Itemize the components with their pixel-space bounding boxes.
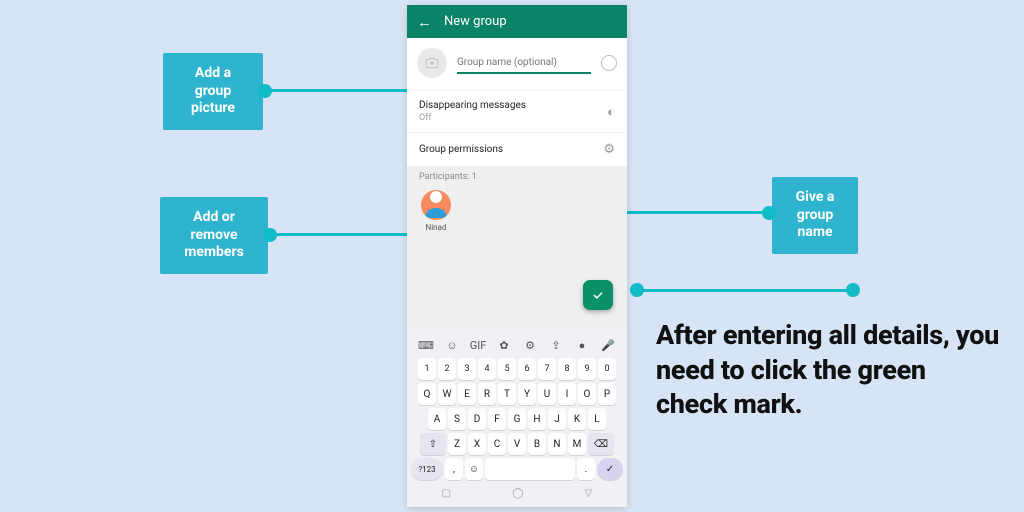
nav-home-icon[interactable]: ◯ (512, 488, 523, 499)
kbd-tool-icon[interactable]: ⌨ (417, 339, 435, 352)
confirm-fab[interactable] (583, 280, 613, 310)
back-icon[interactable]: ← (417, 13, 432, 31)
emoji-icon[interactable] (601, 55, 617, 71)
instruction-text: After entering all details, you need to … (656, 318, 1001, 422)
key[interactable]: D (468, 408, 486, 430)
key[interactable]: C (488, 433, 506, 455)
key[interactable]: 3 (458, 358, 476, 380)
key[interactable]: I (558, 383, 576, 405)
avatar (421, 190, 451, 220)
keyboard-row-2: A S D F G H J K L (411, 408, 623, 430)
participants-header: Participants: 1 (407, 166, 627, 186)
group-name-row (407, 38, 627, 90)
key-space[interactable] (485, 458, 575, 480)
key[interactable]: 1 (418, 358, 436, 380)
key[interactable]: X (468, 433, 486, 455)
key[interactable]: 0 (598, 358, 616, 380)
key[interactable]: Z (448, 433, 466, 455)
key[interactable]: 9 (578, 358, 596, 380)
key[interactable]: P (598, 383, 616, 405)
key[interactable]: 8 (558, 358, 576, 380)
setting-sub: Off (419, 113, 526, 123)
participant-name: Ninad (426, 223, 447, 232)
kbd-tool-icon[interactable]: 🎤 (599, 339, 617, 352)
keyboard-row-3: ⇧ Z X C V B N M ⌫ (411, 433, 623, 455)
android-navbar: ▢ ◯ ▽ (411, 483, 623, 503)
callout-dot (846, 283, 860, 297)
nav-back-icon[interactable]: ▽ (585, 488, 593, 499)
callout-line (636, 289, 851, 292)
keyboard-toolbar: ⌨ ☺ GIF ✿ ⚙ ⇪ ● 🎤 (411, 336, 623, 358)
keyboard-row-4: ?123 , ☺ . ✓ (411, 458, 623, 480)
key-emoji[interactable]: ☺ (465, 458, 483, 480)
key[interactable]: W (438, 383, 456, 405)
key[interactable]: Q (418, 383, 436, 405)
app-bar: ← New group (407, 5, 627, 38)
key[interactable]: J (548, 408, 566, 430)
key-symbols[interactable]: ?123 (411, 458, 443, 480)
key[interactable]: 6 (518, 358, 536, 380)
key[interactable]: N (548, 433, 566, 455)
key[interactable]: 2 (438, 358, 456, 380)
key[interactable]: R (478, 383, 496, 405)
callout-line (270, 89, 415, 92)
disappearing-messages-row[interactable]: Disappearing messages Off ◐ (407, 90, 627, 132)
add-group-photo-button[interactable] (417, 48, 447, 78)
key-backspace[interactable]: ⌫ (588, 433, 614, 455)
kbd-tool-icon[interactable]: ✿ (495, 339, 513, 352)
key[interactable]: E (458, 383, 476, 405)
callout-group-name: Give a group name (772, 177, 858, 254)
setting-label: Disappearing messages (419, 100, 526, 111)
key[interactable]: L (588, 408, 606, 430)
keyboard-row-1: Q W E R T Y U I O P (411, 383, 623, 405)
key[interactable]: H (528, 408, 546, 430)
participants-list: Ninad (407, 186, 627, 236)
appbar-title: New group (444, 14, 507, 29)
key[interactable]: 5 (498, 358, 516, 380)
camera-icon (425, 56, 439, 70)
key[interactable]: S (448, 408, 466, 430)
key[interactable]: V (508, 433, 526, 455)
key[interactable]: M (568, 433, 586, 455)
key[interactable]: Y (518, 383, 536, 405)
kbd-tool-icon[interactable]: ● (573, 339, 591, 352)
setting-label: Group permissions (419, 144, 503, 155)
callout-dot (630, 283, 644, 297)
key[interactable]: O (578, 383, 596, 405)
key[interactable]: B (528, 433, 546, 455)
kbd-tool-icon[interactable]: ☺ (443, 339, 461, 352)
group-name-input[interactable] (457, 53, 591, 74)
callout-add-members: Add or remove members (160, 197, 268, 274)
key[interactable]: U (538, 383, 556, 405)
timer-icon: ◐ (607, 104, 615, 120)
key-period[interactable]: . (577, 458, 595, 480)
soft-keyboard: ⌨ ☺ GIF ✿ ⚙ ⇪ ● 🎤 1 2 3 4 5 6 7 8 9 0 Q … (407, 330, 627, 507)
key-shift[interactable]: ⇧ (420, 433, 446, 455)
callout-line (275, 233, 415, 236)
gear-icon: ⚙ (603, 142, 615, 157)
keyboard-row-num: 1 2 3 4 5 6 7 8 9 0 (411, 358, 623, 380)
key[interactable]: 7 (538, 358, 556, 380)
callout-add-picture: Add a group picture (163, 53, 263, 130)
kbd-tool-icon[interactable]: GIF (469, 339, 487, 352)
group-permissions-row[interactable]: Group permissions ⚙ (407, 132, 627, 166)
key[interactable]: K (568, 408, 586, 430)
key[interactable]: 4 (478, 358, 496, 380)
key[interactable]: F (488, 408, 506, 430)
key-comma[interactable]: , (445, 458, 463, 480)
key-enter[interactable]: ✓ (597, 458, 623, 480)
key[interactable]: G (508, 408, 526, 430)
key[interactable]: T (498, 383, 516, 405)
key[interactable]: A (428, 408, 446, 430)
kbd-tool-icon[interactable]: ⇪ (547, 339, 565, 352)
phone-mockup: ← New group Disappearing messages Off ◐ … (407, 5, 627, 507)
participant-chip[interactable]: Ninad (419, 190, 453, 232)
kbd-tool-icon[interactable]: ⚙ (521, 339, 539, 352)
check-icon (591, 288, 605, 302)
nav-recent-icon[interactable]: ▢ (442, 488, 451, 499)
